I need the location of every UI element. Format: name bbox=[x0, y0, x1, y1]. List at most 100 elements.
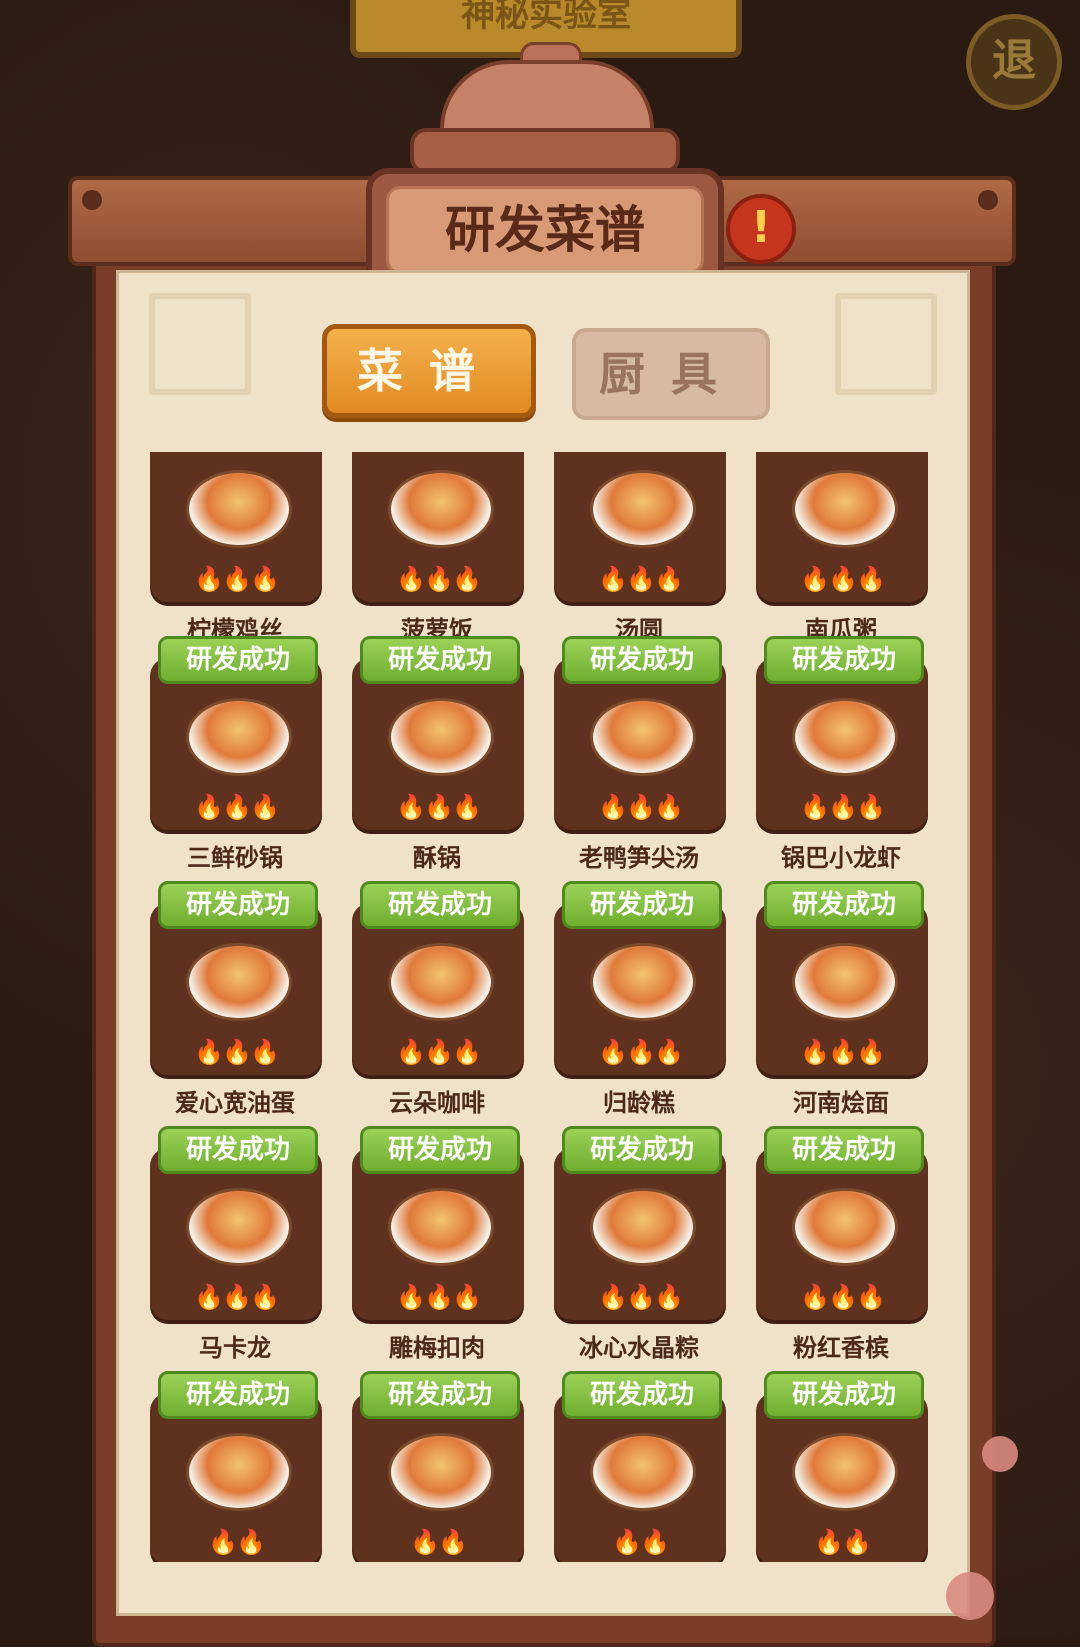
dish-image bbox=[792, 698, 898, 776]
recipe-tile[interactable]: 🔥🔥🔥 bbox=[554, 452, 726, 602]
dish-image bbox=[388, 1188, 494, 1266]
flame-rating-icon: 🔥🔥 bbox=[208, 1528, 266, 1556]
recipe-card[interactable]: 🔥🔥🔥 研发成功爱心宽油蛋 bbox=[140, 875, 322, 1117]
flame-rating-icon: 🔥🔥🔥 bbox=[396, 565, 482, 593]
success-badge: 研发成功 bbox=[764, 1371, 924, 1419]
recipe-name: 锅巴小龙虾 bbox=[781, 844, 901, 872]
recipe-name: 归龄糕 bbox=[603, 1089, 675, 1117]
recipe-card[interactable]: 🔥🔥 研发成功 bbox=[342, 1365, 524, 1562]
recipe-card[interactable]: 🔥🔥🔥 研发成功雕梅扣肉 bbox=[342, 1120, 524, 1362]
success-badge: 研发成功 bbox=[562, 1371, 722, 1419]
flame-rating-icon: 🔥🔥 bbox=[814, 1528, 872, 1556]
dish-image bbox=[792, 1433, 898, 1511]
recipe-card[interactable]: 🔥🔥🔥 研发成功三鲜砂锅 bbox=[140, 630, 322, 872]
dish-image bbox=[590, 943, 696, 1021]
recipe-name: 河南烩面 bbox=[793, 1089, 889, 1117]
recipe-card[interactable]: 🔥🔥🔥 研发成功锅巴小龙虾 bbox=[746, 630, 928, 872]
recipe-card[interactable]: 🔥🔥 研发成功 bbox=[544, 1365, 726, 1562]
flame-rating-icon: 🔥🔥🔥 bbox=[598, 1038, 684, 1066]
dish-image bbox=[590, 1433, 696, 1511]
success-badge: 研发成功 bbox=[360, 1371, 520, 1419]
recipe-card[interactable]: 🔥🔥 研发成功 bbox=[746, 1365, 928, 1562]
dish-image bbox=[186, 698, 292, 776]
exit-button[interactable]: 退 bbox=[966, 14, 1062, 110]
flame-rating-icon: 🔥🔥🔥 bbox=[800, 793, 886, 821]
success-badge: 研发成功 bbox=[360, 1126, 520, 1174]
tab-tools[interactable]: 厨具 bbox=[572, 328, 770, 420]
dish-image bbox=[186, 1433, 292, 1511]
recipe-name: 酥锅 bbox=[413, 844, 461, 872]
flame-rating-icon: 🔥🔥🔥 bbox=[194, 1283, 280, 1311]
flame-rating-icon: 🔥🔥🔥 bbox=[800, 1283, 886, 1311]
recipe-card[interactable]: 🔥🔥🔥 研发成功云朵咖啡 bbox=[342, 875, 524, 1117]
recipe-grid[interactable]: 🔥🔥🔥 柠檬鸡丝 🔥🔥🔥 菠萝饭 🔥🔥🔥 汤圆 🔥🔥🔥 南瓜粥 🔥🔥🔥 研发成功 三鲜砂锅 🔥🔥🔥 研发… bbox=[140, 452, 940, 1562]
success-badge: 研发成功 bbox=[562, 636, 722, 684]
blossom-decoration bbox=[982, 1436, 1018, 1472]
dish-image bbox=[388, 470, 494, 548]
success-badge: 研发成功 bbox=[764, 881, 924, 929]
recipe-name: 云朵咖啡 bbox=[389, 1089, 485, 1117]
alert-icon[interactable]: ! bbox=[726, 194, 796, 264]
flame-rating-icon: 🔥🔥🔥 bbox=[598, 793, 684, 821]
success-badge: 研发成功 bbox=[562, 1126, 722, 1174]
dish-image bbox=[388, 698, 494, 776]
blossom-decoration bbox=[946, 1572, 994, 1620]
flame-rating-icon: 🔥🔥🔥 bbox=[800, 565, 886, 593]
success-badge: 研发成功 bbox=[158, 636, 318, 684]
dish-image bbox=[792, 1188, 898, 1266]
dish-image bbox=[792, 943, 898, 1021]
recipe-card[interactable]: 🔥🔥🔥 研发成功老鸭笋尖汤 bbox=[544, 630, 726, 872]
recipe-card[interactable]: 🔥🔥 研发成功 bbox=[140, 1365, 322, 1562]
flame-rating-icon: 🔥🔥 bbox=[612, 1528, 670, 1556]
recipe-card[interactable]: 🔥🔥🔥 研发成功冰心水晶粽 bbox=[544, 1120, 726, 1362]
dish-image bbox=[590, 1188, 696, 1266]
success-badge: 研发成功 bbox=[158, 1126, 318, 1174]
lattice-decoration-left bbox=[149, 293, 251, 395]
recipe-name: 三鲜砂锅 bbox=[187, 844, 283, 872]
flame-rating-icon: 🔥🔥🔥 bbox=[800, 1038, 886, 1066]
dish-image bbox=[186, 1188, 292, 1266]
flame-rating-icon: 🔥🔥 bbox=[410, 1528, 468, 1556]
lattice-decoration-right bbox=[835, 293, 937, 395]
recipe-card[interactable]: 🔥🔥🔥 研发成功酥锅 bbox=[342, 630, 524, 872]
flame-rating-icon: 🔥🔥🔥 bbox=[396, 1038, 482, 1066]
rail-knob-left bbox=[82, 190, 102, 210]
success-badge: 研发成功 bbox=[764, 1126, 924, 1174]
recipe-tile[interactable]: 🔥🔥🔥 bbox=[352, 452, 524, 602]
recipe-card[interactable]: 🔥🔥🔥 研发成功归龄糕 bbox=[544, 875, 726, 1117]
recipe-card[interactable]: 🔥🔥🔥 研发成功马卡龙 bbox=[140, 1120, 322, 1362]
recipe-name: 雕梅扣肉 bbox=[389, 1334, 485, 1362]
page-title: 研发菜谱 bbox=[386, 186, 704, 274]
success-badge: 研发成功 bbox=[158, 1371, 318, 1419]
dish-image bbox=[186, 470, 292, 548]
rail-knob-right bbox=[978, 190, 998, 210]
recipe-name: 爱心宽油蛋 bbox=[175, 1089, 295, 1117]
flame-rating-icon: 🔥🔥🔥 bbox=[194, 1038, 280, 1066]
recipe-name: 粉红香槟 bbox=[793, 1334, 889, 1362]
dish-image bbox=[388, 1433, 494, 1511]
dish-image bbox=[388, 943, 494, 1021]
success-badge: 研发成功 bbox=[158, 881, 318, 929]
flame-rating-icon: 🔥🔥🔥 bbox=[194, 565, 280, 593]
flame-rating-icon: 🔥🔥🔥 bbox=[598, 1283, 684, 1311]
recipe-name: 冰心水晶粽 bbox=[579, 1334, 699, 1362]
recipe-name: 马卡龙 bbox=[199, 1334, 271, 1362]
recipe-card[interactable]: 🔥🔥🔥 研发成功粉红香槟 bbox=[746, 1120, 928, 1362]
success-badge: 研发成功 bbox=[562, 881, 722, 929]
flame-rating-icon: 🔥🔥🔥 bbox=[396, 793, 482, 821]
dish-image bbox=[590, 698, 696, 776]
flame-rating-icon: 🔥🔥🔥 bbox=[598, 565, 684, 593]
success-badge: 研发成功 bbox=[360, 636, 520, 684]
recipe-name: 老鸭笋尖汤 bbox=[579, 844, 699, 872]
success-badge: 研发成功 bbox=[764, 636, 924, 684]
flame-rating-icon: 🔥🔥🔥 bbox=[194, 793, 280, 821]
flame-rating-icon: 🔥🔥🔥 bbox=[396, 1283, 482, 1311]
recipe-tile[interactable]: 🔥🔥🔥 bbox=[756, 452, 928, 602]
success-badge: 研发成功 bbox=[360, 881, 520, 929]
recipe-card[interactable]: 🔥🔥🔥 研发成功河南烩面 bbox=[746, 875, 928, 1117]
dish-image bbox=[186, 943, 292, 1021]
tab-recipes[interactable]: 菜谱 bbox=[322, 324, 536, 418]
dish-image bbox=[792, 470, 898, 548]
recipe-tile[interactable]: 🔥🔥🔥 bbox=[150, 452, 322, 602]
dish-image bbox=[590, 470, 696, 548]
